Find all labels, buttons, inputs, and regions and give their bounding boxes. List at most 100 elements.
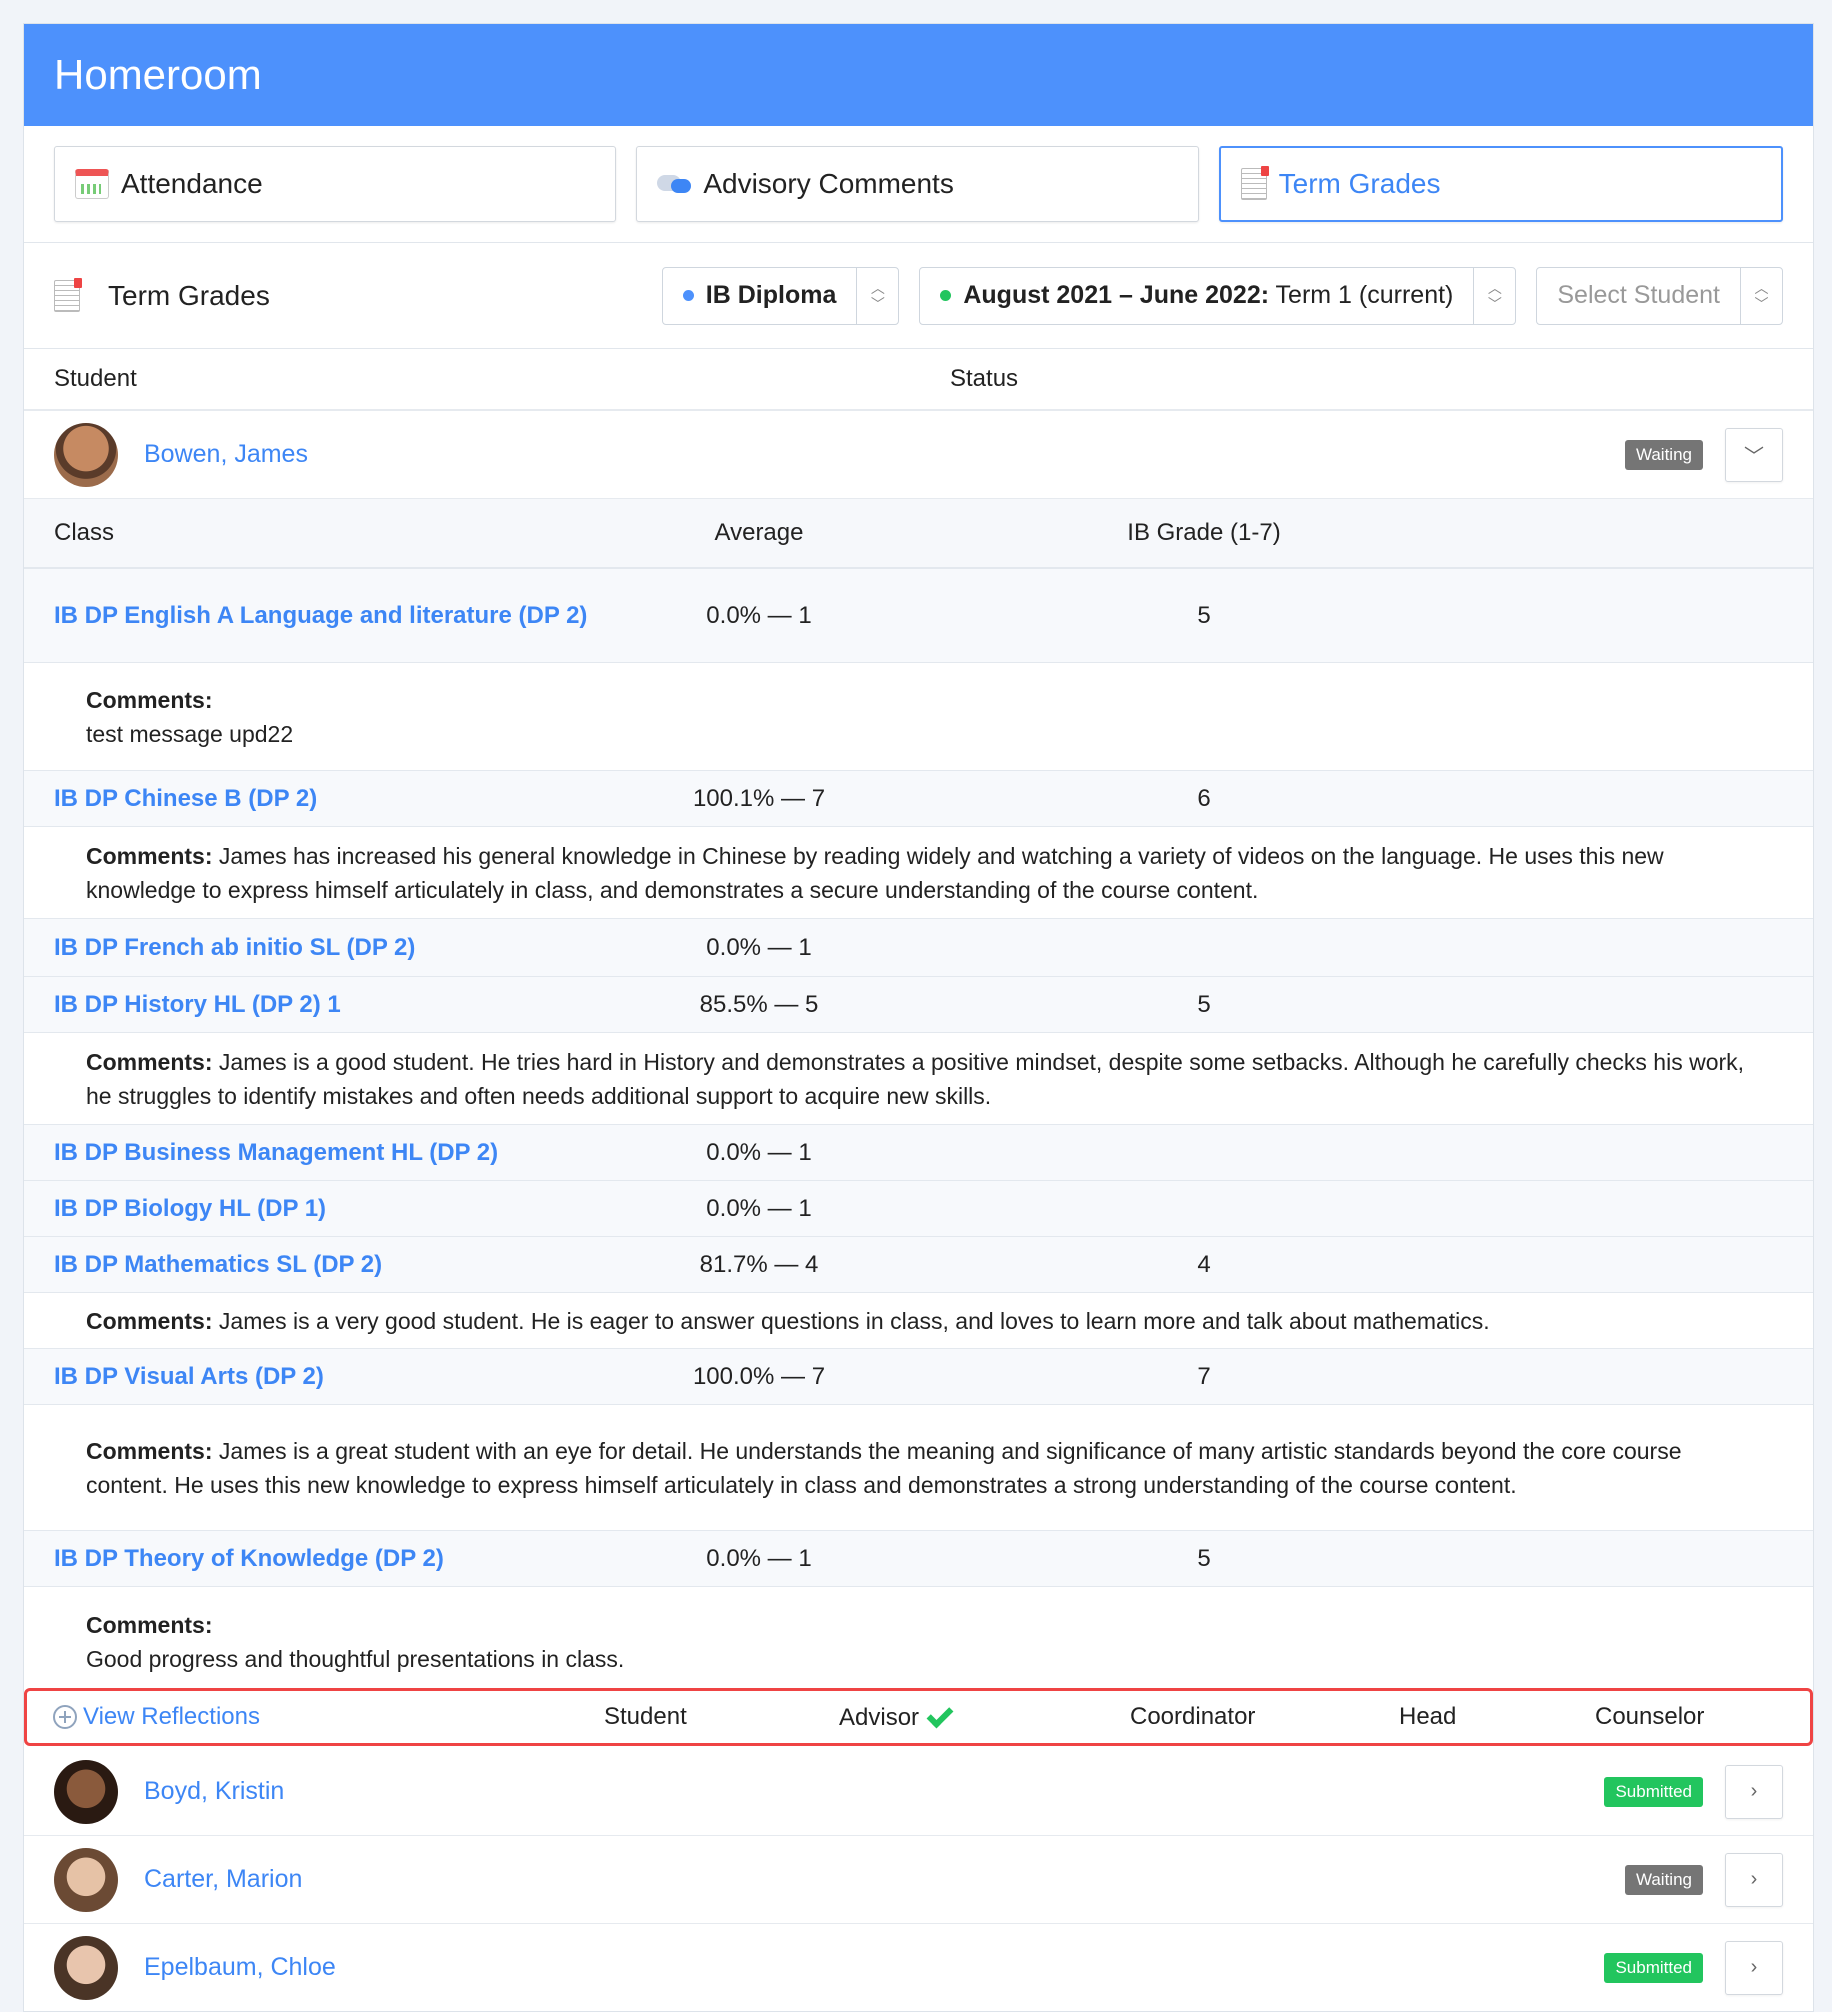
expand-button[interactable]: › xyxy=(1725,1940,1783,1995)
class-rows: IB DP English A Language and literature … xyxy=(24,569,1813,1697)
status-badge: Submitted xyxy=(1604,1776,1703,1807)
reflections-bar: View Reflections Student Advisor Coordin… xyxy=(24,1688,1813,1746)
student-row[interactable]: Epelbaum, Chloe Submitted › xyxy=(24,1924,1813,2011)
class-row: IB DP French ab initio SL (DP 2) 0.0% — 1 xyxy=(24,919,1813,977)
class-ib-grade: 6 xyxy=(1197,784,1211,812)
comment-label: Comments: xyxy=(86,1437,213,1464)
comment-text: James is a very good student. He is eage… xyxy=(212,1307,1490,1334)
tab-attendance[interactable]: Attendance xyxy=(54,146,617,222)
view-reflections-link[interactable]: View Reflections xyxy=(53,1703,260,1731)
comment-row: Comments: James has increased his genera… xyxy=(24,827,1813,919)
program-select[interactable]: IB Diploma ︿ ﹀ xyxy=(661,266,900,325)
chevron-right-icon: › xyxy=(1750,1956,1758,1978)
comment-row: Comments: test message upd22 xyxy=(24,663,1813,771)
comment-text: test message upd22 xyxy=(86,720,294,747)
student-name-link[interactable]: Boyd, Kristin xyxy=(144,1777,1604,1806)
student-select[interactable]: Select Student ︿ ﹀ xyxy=(1536,266,1783,325)
tab-term-grades[interactable]: Term Grades xyxy=(1218,146,1783,222)
class-row: IB DP History HL (DP 2) 1 85.5% — 5 5 xyxy=(24,977,1813,1033)
class-average: 100.1% — 7 xyxy=(692,784,826,812)
report-icon xyxy=(1240,166,1269,200)
reflection-advisor: Advisor xyxy=(839,1701,954,1732)
status-badge: Submitted xyxy=(1604,1952,1703,1983)
comment-row: Comments: James is a good student. He tr… xyxy=(24,1033,1813,1125)
comment-label: Comments: xyxy=(86,1611,213,1638)
collapse-button[interactable]: ﹀ xyxy=(1725,427,1783,482)
student-name-link[interactable]: Bowen, James xyxy=(144,440,1625,469)
comment-row: Comments: James is a very good student. … xyxy=(24,1293,1813,1349)
class-average: 0.0% — 1 xyxy=(706,933,812,961)
reflection-head: Head xyxy=(1399,1703,1457,1730)
class-ib-grade: 5 xyxy=(1197,990,1211,1018)
class-link[interactable]: IB DP Business Management HL (DP 2) xyxy=(54,1136,614,1170)
program-dot-icon xyxy=(682,290,694,301)
calendar-icon xyxy=(75,169,109,199)
student-name-link[interactable]: Epelbaum, Chloe xyxy=(144,1953,1604,1982)
class-ib-grade: 5 xyxy=(1197,1544,1211,1572)
student-table-header: Student Status xyxy=(24,349,1813,411)
spinner-icon: ︿ ﹀ xyxy=(1740,267,1782,324)
status-badge: Waiting xyxy=(1624,1864,1703,1895)
student-row[interactable]: Boyd, Kristin Submitted › xyxy=(24,1748,1813,1836)
comment-text: James has increased his general knowledg… xyxy=(86,842,1664,903)
class-ib-grade: 4 xyxy=(1197,1250,1211,1278)
homeroom-panel: Homeroom Attendance Advisory Comments Te… xyxy=(23,23,1814,2012)
toolbar: Term Grades IB Diploma ︿ ﹀ August 2021 – … xyxy=(24,243,1813,349)
comment-text: Good progress and thoughtful presentatio… xyxy=(86,1645,625,1672)
class-link[interactable]: IB DP Theory of Knowledge (DP 2) xyxy=(54,1542,614,1576)
comment-row: Comments: Good progress and thoughtful pr… xyxy=(24,1587,1813,1697)
expand-button[interactable]: › xyxy=(1725,1852,1783,1907)
comment-row: Comments: James is a great student with … xyxy=(24,1405,1813,1531)
chevron-down-icon: ﹀ xyxy=(1744,446,1764,468)
class-row: IB DP Biology HL (DP 1) 0.0% — 1 xyxy=(24,1181,1813,1237)
spinner-icon: ︿ ﹀ xyxy=(856,267,898,324)
class-average: 0.0% — 1 xyxy=(706,601,812,629)
comment-text: James is a good student. He tries hard i… xyxy=(86,1048,1745,1109)
class-row: IB DP Visual Arts (DP 2) 100.0% — 7 7 xyxy=(24,1349,1813,1405)
plus-circle-icon xyxy=(53,1705,77,1729)
avatar xyxy=(54,1847,118,1912)
comment-text: James is a great student with an eye for… xyxy=(86,1437,1682,1498)
avatar xyxy=(54,1759,118,1824)
comment-label: Comments: xyxy=(86,686,213,713)
class-link[interactable]: IB DP Mathematics SL (DP 2) xyxy=(54,1248,614,1282)
class-row: IB DP Chinese B (DP 2) 100.1% — 7 6 xyxy=(24,771,1813,827)
reflection-counselor: Counselor xyxy=(1595,1703,1705,1730)
class-average: 81.7% — 4 xyxy=(699,1250,819,1278)
status-badge: Waiting xyxy=(1624,439,1703,470)
term-select[interactable]: August 2021 – June 2022: Term 1 (current… xyxy=(919,266,1517,325)
check-icon xyxy=(926,1701,954,1728)
comment-label: Comments: xyxy=(86,842,213,869)
class-link[interactable]: IB DP English A Language and literature … xyxy=(54,599,614,633)
chevron-right-icon: › xyxy=(1750,1780,1758,1802)
class-link[interactable]: IB DP Biology HL (DP 1) xyxy=(54,1192,614,1226)
class-row: IB DP English A Language and literature … xyxy=(24,569,1813,663)
class-table-header: Class Average IB Grade (1-7) xyxy=(24,499,1813,569)
page-title: Homeroom xyxy=(54,51,262,98)
class-link[interactable]: IB DP Chinese B (DP 2) xyxy=(54,782,614,816)
student-row[interactable]: Carter, Marion Waiting › xyxy=(24,1836,1813,1924)
spinner-icon: ︿ ﹀ xyxy=(1473,267,1515,324)
class-average: 0.0% — 1 xyxy=(706,1544,812,1572)
class-link[interactable]: IB DP History HL (DP 2) 1 xyxy=(54,988,614,1022)
reflection-student: Student xyxy=(604,1703,687,1730)
tab-bar: Attendance Advisory Comments Term Grades xyxy=(24,126,1813,243)
expand-button[interactable]: › xyxy=(1725,1764,1783,1819)
comment-label: Comments: xyxy=(86,1048,213,1075)
class-link[interactable]: IB DP Visual Arts (DP 2) xyxy=(54,1360,614,1394)
class-ib-grade: 5 xyxy=(1197,601,1211,629)
class-row: IB DP Theory of Knowledge (DP 2) 0.0% — 1… xyxy=(24,1531,1813,1587)
comment-label: Comments: xyxy=(86,1307,213,1334)
term-dot-icon xyxy=(940,290,952,301)
student-row-expanded[interactable]: Bowen, James Waiting ﹀ xyxy=(24,411,1813,499)
page-header: Homeroom xyxy=(24,24,1813,126)
class-ib-grade: 7 xyxy=(1197,1362,1211,1390)
tab-advisory-comments[interactable]: Advisory Comments xyxy=(636,146,1199,222)
section-title: Term Grades xyxy=(54,277,642,312)
class-average: 0.0% — 1 xyxy=(706,1138,812,1166)
chat-icon xyxy=(657,169,692,199)
class-row: IB DP Mathematics SL (DP 2) 81.7% — 4 4 xyxy=(24,1237,1813,1293)
student-name-link[interactable]: Carter, Marion xyxy=(144,1865,1625,1894)
class-link[interactable]: IB DP French ab initio SL (DP 2) xyxy=(54,931,614,965)
report-icon xyxy=(54,277,82,312)
